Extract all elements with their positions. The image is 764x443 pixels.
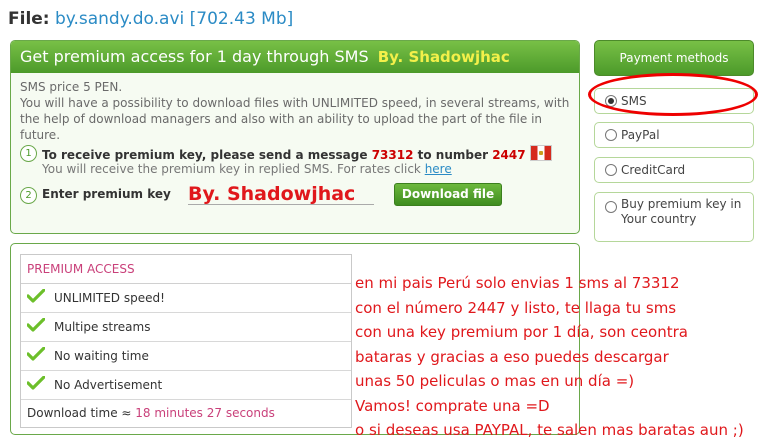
- sms-price: SMS price 5 PEN.: [20, 80, 123, 94]
- feature-item: UNLIMITED speed!: [21, 284, 351, 313]
- step-one-note: You will receive the premium key in repl…: [42, 162, 452, 177]
- annotation-line: Vamos! comprate una =D: [355, 396, 550, 415]
- feature-item: Multipe streams: [21, 313, 351, 342]
- feature-label: No Advertisement: [54, 378, 163, 392]
- annotation-line: con una key premium por 1 día, son ceont…: [355, 323, 688, 341]
- feature-label: No waiting time: [54, 349, 149, 363]
- annotation-line: con el número 2447 y listo, te llaga tu …: [355, 298, 677, 317]
- sms-panel-title-text: Get premium access for 1 day through SMS: [20, 47, 369, 66]
- premium-access-list: PREMIUM ACCESS UNLIMITED speed! Multipe …: [20, 254, 352, 428]
- annotation-comment: en mi pais Perú solo envias 1 sms al 733…: [355, 271, 744, 443]
- premium-key-label: Enter premium key: [42, 187, 171, 201]
- payment-option-paypal[interactable]: PayPal: [594, 122, 754, 148]
- download-file-button[interactable]: Download file: [394, 183, 502, 206]
- annotation-line: bataras y gracias a eso puedes descargar: [355, 347, 669, 366]
- checkmark-icon: [27, 289, 45, 303]
- payment-option-creditcard[interactable]: CreditCard: [594, 157, 754, 183]
- file-size: [702.43 Mb]: [189, 9, 294, 29]
- sms-panel-title: Get premium access for 1 day through SMS…: [11, 41, 579, 73]
- payment-methods-header: Payment methods: [594, 40, 754, 76]
- sms-description: You will have a possibility to download …: [20, 96, 570, 142]
- step-two-number: 2: [20, 187, 37, 204]
- payment-option-label: SMS: [621, 94, 647, 108]
- radio-button[interactable]: [605, 95, 617, 107]
- step-one-text-middle: to number: [413, 148, 493, 162]
- step-one-instruction: To receive premium key, please send a me…: [42, 145, 552, 163]
- file-name: by.sandy.do.avi: [55, 9, 185, 29]
- radio-button[interactable]: [605, 164, 617, 176]
- download-time-value: 18 minutes 27 seconds: [135, 406, 275, 420]
- annotation-line: en mi pais Perú solo envias 1 sms al 733…: [355, 274, 680, 292]
- feature-label: Multipe streams: [54, 320, 151, 334]
- file-header: File: by.sandy.do.avi [702.43 Mb]: [8, 8, 293, 30]
- annotation-line: o si deseas usa PAYPAL, te salen mas bar…: [355, 421, 744, 439]
- step-one-note-text: You will receive the premium key in repl…: [42, 162, 425, 176]
- payment-option-label: Buy premium key in Your country: [621, 197, 742, 226]
- feature-label: UNLIMITED speed!: [54, 291, 165, 305]
- premium-access-title: PREMIUM ACCESS: [21, 255, 351, 284]
- title-signature: By. Shadowjhac: [377, 48, 510, 66]
- sms-message-code: 73312: [371, 148, 414, 162]
- step-one-text-before: To receive premium key, please send a me…: [42, 148, 372, 162]
- checkmark-icon: [27, 376, 45, 390]
- download-time-label: Download time ≈: [27, 406, 136, 420]
- radio-button[interactable]: [605, 129, 617, 141]
- payment-option-sms[interactable]: SMS: [594, 88, 754, 114]
- payment-option-label: PayPal: [621, 128, 660, 142]
- rates-link[interactable]: here: [425, 162, 452, 176]
- feature-item: No Advertisement: [21, 371, 351, 400]
- peru-flag-icon: [529, 145, 552, 161]
- sms-phone-number: 2447: [492, 148, 526, 162]
- annotation-line: unas 50 peliculas o mas en un día =): [355, 372, 635, 390]
- checkmark-icon: [27, 347, 45, 361]
- payment-option-label: CreditCard: [621, 163, 686, 177]
- feature-item: No waiting time: [21, 342, 351, 371]
- sms-panel-body: SMS price 5 PEN. You will have a possibi…: [11, 73, 579, 143]
- payment-option-buy-key[interactable]: Buy premium key in Your country: [594, 192, 754, 242]
- premium-key-input[interactable]: [188, 184, 374, 205]
- file-label: File:: [8, 9, 50, 29]
- download-time: Download time ≈ 18 minutes 27 seconds: [21, 400, 351, 426]
- sms-panel: Get premium access for 1 day through SMS…: [10, 40, 580, 234]
- checkmark-icon: [27, 318, 45, 332]
- step-one-number: 1: [20, 145, 37, 162]
- radio-button[interactable]: [605, 201, 617, 213]
